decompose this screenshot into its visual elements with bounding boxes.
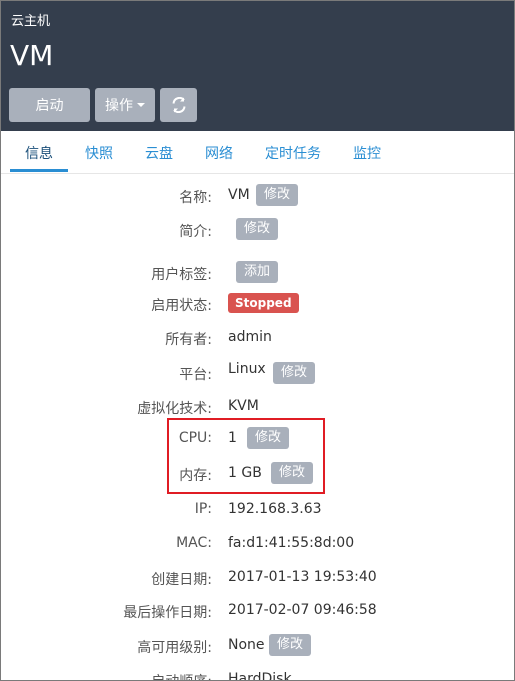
owner-value: admin xyxy=(228,329,272,345)
info-row-ha-level: 高可用级别: None 修改 xyxy=(1,634,514,658)
edit-ha-level-button[interactable]: 修改 xyxy=(269,634,312,656)
start-button[interactable]: 启动 xyxy=(9,88,90,122)
tab-network[interactable]: 网络 xyxy=(205,143,233,163)
refresh-icon xyxy=(172,97,185,113)
edit-platform-button[interactable]: 修改 xyxy=(273,362,316,384)
tab-info[interactable]: 信息 xyxy=(25,143,53,163)
boot-order-value: HardDisk xyxy=(228,671,292,681)
tab-bar: 信息 快照 云盘 网络 定时任务 监控 xyxy=(1,131,514,174)
tab-volumes[interactable]: 云盘 xyxy=(145,143,173,163)
vm-detail-panel: 云主机 VM 启动 操作 信息 快照 云盘 网络 定时任务 监控 名称: VM … xyxy=(0,0,515,681)
operations-dropdown-button[interactable]: 操作 xyxy=(95,88,155,122)
info-row-state: 启用状态: Stopped xyxy=(1,292,514,316)
info-row-hypervisor: 虚拟化技术: KVM xyxy=(1,395,514,419)
info-row-name: 名称: VM 修改 xyxy=(1,184,514,208)
info-row-owner: 所有者: admin xyxy=(1,326,514,350)
refresh-button[interactable] xyxy=(160,88,197,122)
info-row-boot-order: 启动顺序: HardDisk xyxy=(1,668,514,681)
created-label: 创建日期: xyxy=(151,572,212,588)
ip-value: 192.168.3.63 xyxy=(228,501,322,517)
info-row-last-operation: 最后操作日期: 2017-02-07 09:46:58 xyxy=(1,599,514,623)
info-row-description: 简介: 修改 xyxy=(1,218,514,242)
last-operation-label: 最后操作日期: xyxy=(123,605,212,621)
caret-down-icon xyxy=(137,103,145,107)
platform-label: 平台: xyxy=(179,367,212,383)
tab-monitoring[interactable]: 监控 xyxy=(353,143,381,163)
status-badge: Stopped xyxy=(228,293,299,313)
info-row-ip: IP: 192.168.3.63 xyxy=(1,498,514,522)
info-row-mac: MAC: fa:d1:41:55:8d:00 xyxy=(1,532,514,556)
info-row-user-tags: 用户标签: 添加 xyxy=(1,261,514,285)
description-label: 简介: xyxy=(179,224,212,240)
ha-level-label: 高可用级别: xyxy=(137,640,212,656)
active-tab-indicator xyxy=(10,169,68,172)
name-value: VM xyxy=(228,187,250,203)
highlight-box xyxy=(167,418,325,494)
last-operation-value: 2017-02-07 09:46:58 xyxy=(228,602,377,618)
breadcrumb[interactable]: 云主机 xyxy=(11,10,50,29)
user-tags-label: 用户标签: xyxy=(151,267,212,283)
tab-scheduled-jobs[interactable]: 定时任务 xyxy=(265,143,321,163)
info-row-platform: 平台: Linux 修改 xyxy=(1,361,514,385)
edit-name-button[interactable]: 修改 xyxy=(256,184,299,206)
mac-value: fa:d1:41:55:8d:00 xyxy=(228,535,355,551)
hypervisor-label: 虚拟化技术: xyxy=(137,401,212,417)
name-label: 名称: xyxy=(179,190,212,206)
header: 云主机 VM 启动 操作 xyxy=(1,1,514,131)
edit-description-button[interactable]: 修改 xyxy=(236,218,279,240)
ha-level-value: None xyxy=(228,637,265,653)
add-tag-button[interactable]: 添加 xyxy=(236,261,279,283)
page-title: VM xyxy=(10,39,54,72)
boot-order-label: 启动顺序: xyxy=(151,671,212,680)
platform-value: Linux xyxy=(228,361,266,377)
ip-label: IP: xyxy=(194,501,212,517)
info-row-created: 创建日期: 2017-01-13 19:53:40 xyxy=(1,566,514,590)
hypervisor-value: KVM xyxy=(228,398,259,414)
created-value: 2017-01-13 19:53:40 xyxy=(228,569,377,585)
tab-snapshots[interactable]: 快照 xyxy=(85,143,113,163)
mac-label: MAC: xyxy=(176,535,212,551)
state-label: 启用状态: xyxy=(151,298,212,314)
operations-label: 操作 xyxy=(105,98,133,114)
owner-label: 所有者: xyxy=(165,332,212,348)
